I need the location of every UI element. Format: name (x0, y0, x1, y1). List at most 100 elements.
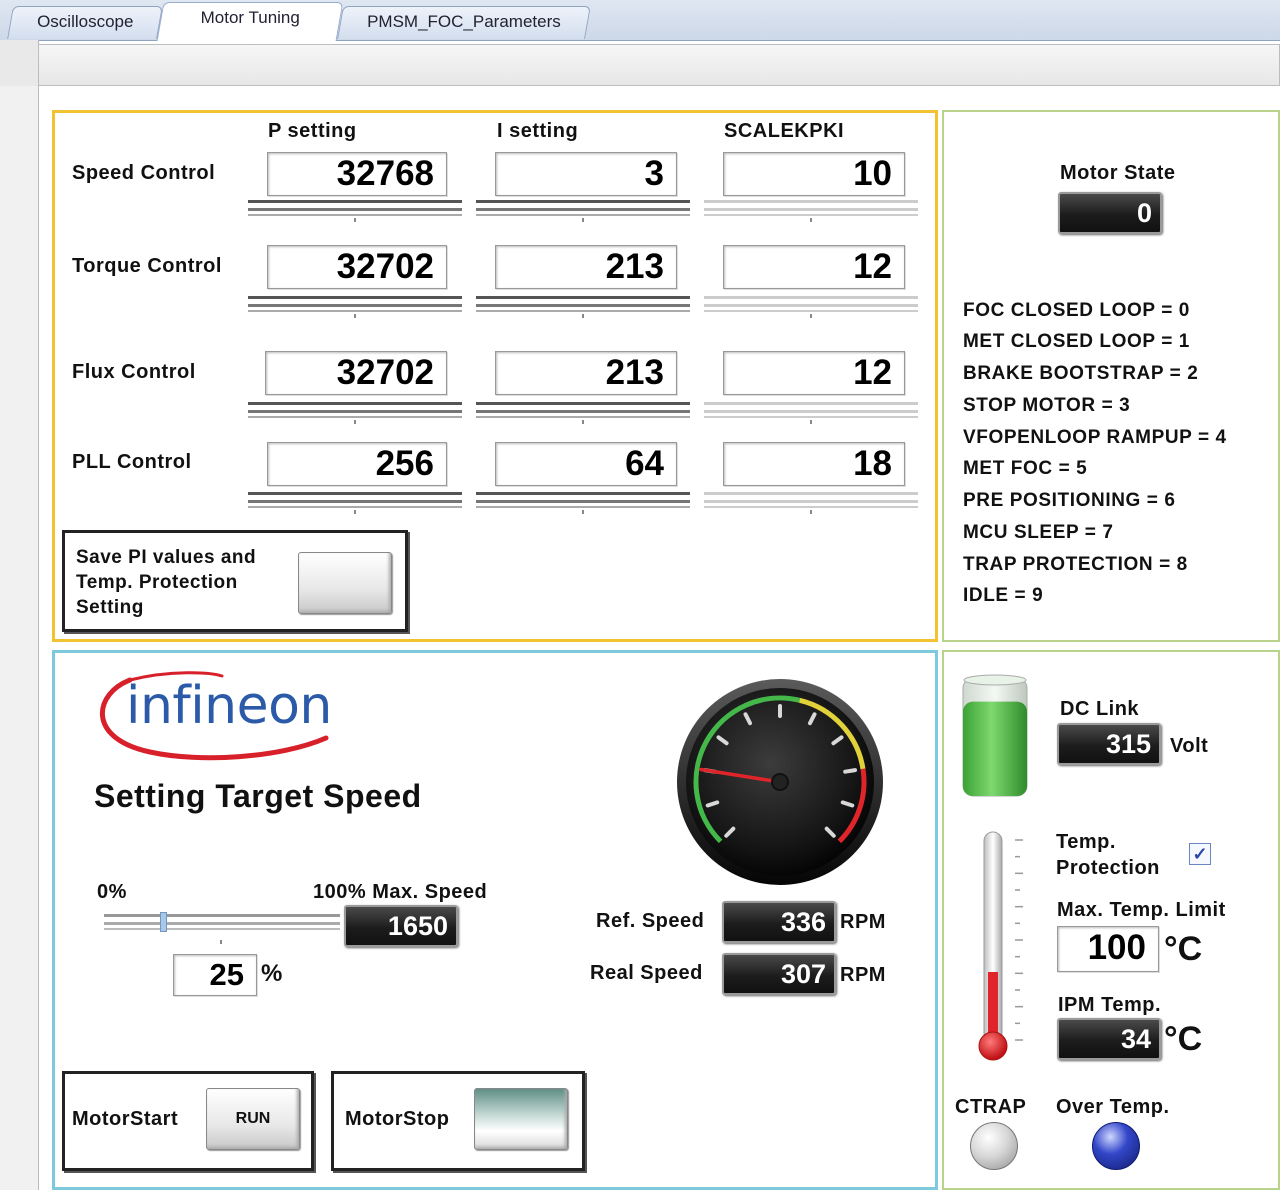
tab-motor-tuning[interactable]: Motor Tuning (156, 2, 344, 41)
torque-p-slider[interactable] (248, 296, 462, 318)
flux-i-slider[interactable] (476, 402, 690, 424)
tab-oscilloscope[interactable]: Oscilloscope (7, 6, 163, 39)
motor-state-title: Motor State (1060, 162, 1176, 184)
max-temp-unit: °C (1164, 930, 1203, 968)
target-speed-slider[interactable] (104, 912, 340, 944)
save-pi-label: Save PI values and Temp. Protection Sett… (76, 545, 256, 620)
percent-unit: % (261, 960, 283, 987)
ipm-temp-label: IPM Temp. (1058, 994, 1162, 1016)
torque-scale-input[interactable]: 12 (723, 245, 905, 289)
flux-p-slider[interactable] (248, 402, 462, 424)
tab-bar: Oscilloscope Motor Tuning PMSM_FOC_Param… (0, 0, 1280, 41)
motor-stop-label: MotorStop (345, 1108, 450, 1130)
motor-state-display: 0 (1058, 192, 1162, 234)
flux-i-input[interactable]: 213 (495, 351, 677, 395)
speed-control-label: Speed Control (72, 162, 216, 184)
flux-scale-slider[interactable] (704, 402, 918, 424)
pll-p-input[interactable]: 256 (267, 442, 447, 486)
ctrap-label: CTRAP (955, 1096, 1027, 1118)
speed-min-label: 0% (97, 881, 127, 903)
temp-protection-checkbox[interactable]: ✓ (1189, 843, 1211, 865)
over-temp-led (1092, 1122, 1140, 1170)
state-legend-item: MET CLOSED LOOP = 1 (963, 331, 1190, 352)
dc-link-label: DC Link (1060, 698, 1140, 720)
speed-gauge (677, 679, 883, 885)
save-pi-button[interactable] (298, 552, 392, 614)
max-temp-label: Max. Temp. Limit (1057, 899, 1226, 921)
gauge-hub (771, 773, 789, 791)
torque-scale-slider[interactable] (704, 296, 918, 318)
real-speed-unit: RPM (840, 964, 886, 986)
tab-pmsm-foc-parameters[interactable]: PMSM_FOC_Parameters (337, 6, 591, 39)
temp-protection-label: Temp. Protection (1056, 829, 1160, 881)
max-temp-input[interactable]: 100 (1057, 926, 1159, 972)
target-speed-thumb[interactable] (160, 912, 167, 932)
i-setting-header: I setting (497, 120, 579, 142)
state-legend-item: TRAP PROTECTION = 8 (963, 554, 1188, 575)
pll-scale-slider[interactable] (704, 492, 918, 514)
target-speed-title: Setting Target Speed (94, 778, 422, 814)
speed-scale-input[interactable]: 10 (723, 152, 905, 196)
pll-control-label: PLL Control (72, 451, 192, 473)
p-setting-header: P setting (268, 120, 357, 142)
torque-p-input[interactable]: 32702 (267, 245, 447, 289)
torque-control-label: Torque Control (72, 255, 222, 277)
pll-i-input[interactable]: 64 (495, 442, 677, 486)
run-button[interactable]: RUN (206, 1088, 300, 1150)
pll-scale-input[interactable]: 18 (723, 442, 905, 486)
dc-link-unit: Volt (1170, 735, 1209, 757)
ipm-temp-unit: °C (1164, 1020, 1203, 1058)
save-pi-label-line-1: Save PI values and (76, 547, 257, 568)
speed-i-input[interactable]: 3 (495, 152, 677, 196)
tab-motor-tuning-label: Motor Tuning (200, 8, 301, 27)
ref-speed-label: Ref. Speed (596, 910, 705, 932)
scalekpki-header: SCALEKPKI (724, 120, 845, 142)
left-rail (0, 86, 39, 1190)
dc-link-tank (962, 674, 1028, 797)
stop-button[interactable] (474, 1088, 568, 1150)
state-legend-item: MCU SLEEP = 7 (963, 522, 1114, 543)
state-legend-item: VFOPENLOOP RAMPUP = 4 (963, 427, 1227, 448)
target-percent-input[interactable]: 25 (173, 954, 257, 996)
thermometer-ticks (1015, 839, 1023, 1041)
ref-speed-display: 336 (722, 901, 836, 943)
toolbar (38, 44, 1280, 86)
torque-i-slider[interactable] (476, 296, 690, 318)
gauge-tick (843, 768, 858, 774)
motor-start-label: MotorStart (72, 1108, 179, 1130)
speed-p-input[interactable]: 32768 (267, 152, 447, 196)
speed-p-slider[interactable] (248, 200, 462, 222)
ipm-temp-display: 34 (1057, 1018, 1161, 1060)
left-rail-top (0, 40, 39, 86)
state-legend-item: STOP MOTOR = 3 (963, 395, 1131, 416)
pll-p-slider[interactable] (248, 492, 462, 514)
pll-i-slider[interactable] (476, 492, 690, 514)
torque-i-input[interactable]: 213 (495, 245, 677, 289)
state-legend-item: FOC CLOSED LOOP = 0 (963, 300, 1190, 321)
state-legend-item: IDLE = 9 (963, 585, 1044, 606)
tab-oscilloscope-label: Oscilloscope (36, 12, 134, 31)
speed-max-label: 100% Max. Speed (313, 881, 488, 903)
speed-i-slider[interactable] (476, 200, 690, 222)
over-temp-label: Over Temp. (1056, 1096, 1170, 1118)
tank-fill (963, 701, 1027, 796)
flux-scale-input[interactable]: 12 (723, 351, 905, 395)
dc-link-display: 315 (1057, 723, 1161, 765)
state-legend-item: BRAKE BOOTSTRAP = 2 (963, 363, 1199, 384)
temp-protection-line-1: Temp. (1056, 831, 1116, 853)
infineon-logo-text: infineon (126, 676, 332, 736)
max-speed-display: 1650 (344, 905, 458, 947)
speed-scale-slider[interactable] (704, 200, 918, 222)
state-legend-item: PRE POSITIONING = 6 (963, 490, 1176, 511)
save-pi-label-line-2: Temp. Protection (76, 572, 238, 593)
ctrap-led (970, 1122, 1018, 1170)
save-pi-label-line-3: Setting (76, 597, 144, 618)
flux-p-input[interactable]: 32702 (265, 351, 447, 395)
temp-protection-line-2: Protection (1056, 857, 1160, 879)
real-speed-display: 307 (722, 953, 836, 995)
ipm-thermometer (978, 831, 1023, 1061)
state-legend-item: MET FOC = 5 (963, 458, 1088, 479)
ref-speed-unit: RPM (840, 911, 886, 933)
flux-control-label: Flux Control (72, 361, 196, 383)
real-speed-label: Real Speed (590, 962, 703, 984)
